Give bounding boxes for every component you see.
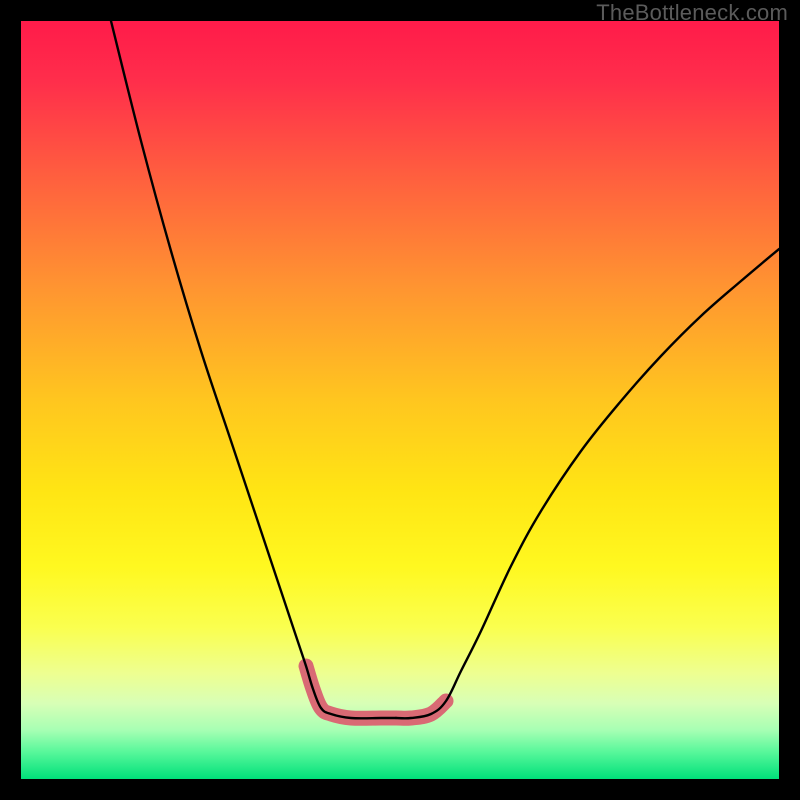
bottleneck-chart <box>21 21 779 779</box>
chart-frame <box>21 21 779 779</box>
watermark-text: TheBottleneck.com <box>596 0 788 26</box>
right-curve <box>396 249 779 718</box>
left-curve <box>111 21 396 718</box>
trough-highlight <box>306 666 446 718</box>
